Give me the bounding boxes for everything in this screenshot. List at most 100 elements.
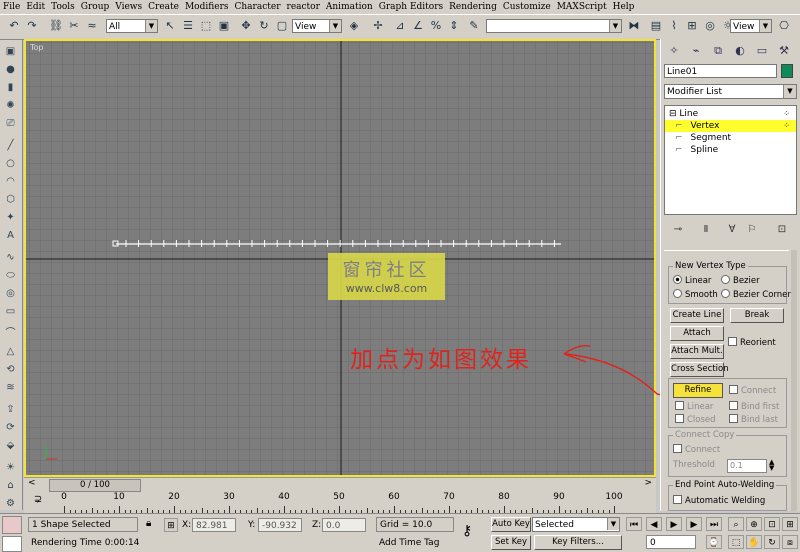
auto-key-button[interactable]: Auto Key (491, 517, 531, 532)
zoom-extents-all-icon[interactable]: ⊞ (782, 517, 798, 531)
key-mode-dropdown[interactable]: Selected ▼ (532, 517, 620, 532)
menu-animation[interactable]: Animation (323, 2, 376, 12)
sphere-icon[interactable]: ● (3, 62, 18, 77)
reference-coordinate-dropdown[interactable]: View ▼ (292, 19, 342, 33)
mini-curve-editor-icon[interactable]: ⊋ (34, 494, 42, 505)
reorient-checkbox[interactable]: Reorient (728, 337, 776, 348)
menu-reactor[interactable]: reactor (284, 2, 323, 12)
twist-modifier-icon[interactable]: ⟲ (3, 362, 18, 377)
hierarchy-tab-icon[interactable]: ⧉ (709, 42, 727, 59)
ellipse-icon[interactable]: ⬭ (3, 268, 18, 283)
star-icon[interactable]: ✦ (3, 210, 18, 225)
stack-item-spline[interactable]: ⌐ Spline (665, 144, 796, 156)
pivot-center-icon[interactable]: ◈ (346, 18, 362, 34)
menu-edit[interactable]: Edit (23, 2, 48, 12)
lathe-modifier-icon[interactable]: ⟳ (3, 420, 18, 435)
schematic-view-icon[interactable]: ⊞ (684, 18, 700, 34)
menu-group[interactable]: Group (78, 2, 112, 12)
material-editor-icon[interactable]: ◎ (702, 18, 718, 34)
next-frame-icon[interactable]: ▶ (686, 517, 702, 531)
select-object-icon[interactable]: ↖ (162, 18, 178, 34)
attach-mult-button[interactable]: Attach Mult. (670, 344, 724, 359)
pan-icon[interactable]: ✋ (746, 535, 762, 549)
threshold-spinner[interactable]: 0.1 (727, 459, 767, 473)
menu-modifiers[interactable]: Modifiers (182, 2, 232, 12)
camera-icon[interactable]: ⎚ (3, 116, 18, 131)
select-scale-icon[interactable]: ▢ (274, 18, 290, 34)
cross-section-button[interactable]: Cross Section (670, 362, 729, 377)
zoom-all-icon[interactable]: ⊕ (746, 517, 762, 531)
stack-item-vertex[interactable]: ⌐ Vertex ⁘ (665, 120, 796, 132)
extrude-modifier-icon[interactable]: ⇪ (3, 402, 18, 417)
curve-editor-icon[interactable]: ⌇ (666, 18, 682, 34)
circle-icon[interactable]: ○ (3, 156, 18, 171)
make-unique-icon[interactable]: ∀ (724, 222, 740, 238)
spinner-arrows-icon[interactable]: ▲ ▼ (769, 459, 774, 472)
bind-last-checkbox[interactable]: Bind last (729, 414, 778, 425)
viewport-label[interactable]: Top (30, 43, 44, 52)
utility-icon[interactable]: ⚙ (3, 496, 18, 511)
add-time-tag[interactable]: Add Time Tag (376, 536, 454, 551)
lock-selection-icon[interactable]: 🔒︎ (146, 518, 151, 529)
zoom-icon[interactable]: ⌕ (728, 517, 744, 531)
arc-rotate-icon[interactable]: ↻ (764, 535, 780, 549)
automatic-welding-checkbox[interactable]: Automatic Welding (673, 495, 765, 506)
smooth-radio[interactable]: Smooth (673, 289, 718, 300)
connect-copy-checkbox[interactable]: Connect (673, 444, 720, 455)
remove-modifier-icon[interactable]: ⚐ (744, 222, 760, 238)
menu-rendering[interactable]: Rendering (446, 2, 500, 12)
snap-toggle-icon[interactable]: ⊿ (392, 18, 408, 34)
pin-stack-icon[interactable]: ⊸ (670, 222, 686, 238)
region-zoom-icon[interactable]: ⬚ (728, 535, 744, 549)
y-coordinate-field[interactable]: -90.932 (258, 518, 302, 532)
bevel-modifier-icon[interactable]: ⬙ (3, 438, 18, 453)
zoom-extents-icon[interactable]: ⊡ (764, 517, 780, 531)
percent-snap-icon[interactable]: % (428, 18, 444, 34)
menu-file[interactable]: File (0, 2, 23, 12)
select-manipulate-icon[interactable]: ✢ (370, 18, 386, 34)
noise-modifier-icon[interactable]: ≋ (3, 380, 18, 395)
arc-icon[interactable]: ◠ (3, 174, 18, 189)
modify-tab-icon[interactable]: ⌁ (687, 42, 705, 59)
menu-character[interactable]: Character (232, 2, 284, 12)
menu-graph-editors[interactable]: Graph Editors (376, 2, 446, 12)
object-name-field[interactable]: Line01 (664, 64, 777, 78)
bind-first-checkbox[interactable]: Bind first (729, 401, 779, 412)
show-end-result-icon[interactable]: Ⅱ (698, 222, 714, 238)
teapot-icon[interactable]: ⌂ (3, 478, 18, 493)
previous-frame-icon[interactable]: ◀ (646, 517, 662, 531)
refine-linear-checkbox[interactable]: Linear (675, 401, 713, 412)
stack-item-line[interactable]: ⊟ Line ⁘ (665, 108, 796, 120)
menu-customize[interactable]: Customize (500, 2, 554, 12)
object-color-swatch[interactable] (781, 64, 793, 78)
break-button[interactable]: Break (730, 308, 784, 323)
create-line-button[interactable]: Create Line (670, 308, 724, 323)
x-coordinate-field[interactable]: 82.981 (192, 518, 236, 532)
select-move-icon[interactable]: ✥ (238, 18, 254, 34)
key-icon[interactable]: ⚷ (462, 523, 472, 539)
go-to-end-icon[interactable]: ⏭ (706, 517, 722, 531)
motion-tab-icon[interactable]: ◐ (731, 42, 749, 59)
render-view-dropdown[interactable]: View ▼ (730, 19, 772, 33)
selection-filter-dropdown[interactable]: All ▼ (106, 19, 158, 33)
named-selection-dropdown[interactable]: ▼ (486, 19, 622, 33)
set-key-button[interactable]: Set Key (491, 535, 531, 550)
menu-help[interactable]: Help (610, 2, 638, 12)
angle-snap-icon[interactable]: ∠ (410, 18, 426, 34)
attach-button[interactable]: Attach (670, 326, 724, 341)
menu-create[interactable]: Create (145, 2, 182, 12)
bend-modifier-icon[interactable]: ⌒ (3, 326, 18, 341)
slider-left-arrow-icon[interactable]: < (28, 478, 36, 488)
line-icon[interactable]: ╱ (3, 138, 18, 153)
time-slider[interactable]: 0 / 100 (49, 479, 141, 492)
window-crossing-icon[interactable]: ▣ (216, 18, 232, 34)
rectangle-icon[interactable]: ▭ (3, 304, 18, 319)
play-icon[interactable]: ▶ (666, 517, 682, 531)
text-icon[interactable]: A (3, 228, 18, 243)
undo-icon[interactable]: ↶ (6, 18, 22, 34)
layer-manager-icon[interactable]: ▤ (648, 18, 664, 34)
key-filters-button[interactable]: Key Filters... (534, 535, 622, 550)
spinner-snap-icon[interactable]: ⇕ (446, 18, 462, 34)
select-rotate-icon[interactable]: ↻ (256, 18, 272, 34)
linear-radio[interactable]: Linear (673, 275, 711, 286)
